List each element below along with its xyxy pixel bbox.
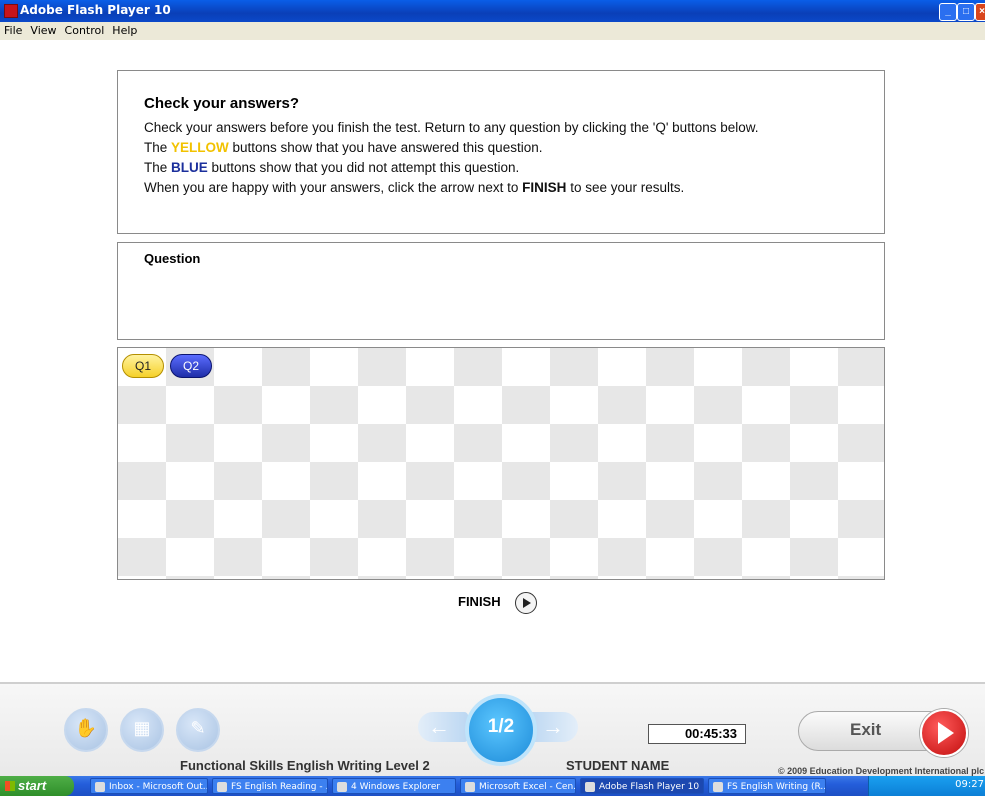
- menu-help[interactable]: Help: [108, 22, 141, 39]
- taskbar-item-outlook[interactable]: Inbox - Microsoft Out...: [90, 778, 208, 794]
- instructions-line-3: The BLUE buttons show that you did not a…: [144, 160, 520, 175]
- clock: 09:27: [955, 779, 984, 790]
- taskbar-item-fs-writing[interactable]: FS English Writing (R...: [708, 778, 826, 794]
- yellow-keyword: YELLOW: [171, 140, 229, 155]
- book-icon: ▦: [133, 718, 151, 738]
- timer: 00:45:33: [648, 724, 746, 744]
- pen-icon: ✎: [190, 718, 206, 738]
- finish-label: FINISH: [458, 594, 501, 609]
- menu-bar: File View Control Help: [0, 22, 985, 40]
- window-title: Adobe Flash Player 10: [20, 3, 171, 17]
- question-panel: Question: [117, 242, 885, 340]
- instructions-line-4: When you are happy with your answers, cl…: [144, 180, 685, 195]
- close-button[interactable]: ×: [975, 3, 985, 21]
- window-titlebar: Adobe Flash Player 10 _ □ ×: [0, 0, 985, 22]
- question-button-q2[interactable]: Q2: [170, 354, 212, 378]
- previous-page-button[interactable]: [418, 712, 468, 742]
- minimize-button[interactable]: _: [939, 3, 957, 21]
- exit-button[interactable]: Exit: [798, 709, 968, 757]
- copyright: © 2009 Education Development Internation…: [778, 766, 985, 776]
- taskbar-item-flash-player[interactable]: Adobe Flash Player 10: [580, 778, 704, 794]
- system-tray: 09:27: [868, 776, 985, 796]
- student-name: STUDENT NAME: [566, 758, 670, 773]
- windows-taskbar: start Inbox - Microsoft Out... FS Englis…: [0, 776, 985, 796]
- taskbar-item-fs-reading[interactable]: FS English Reading - ...: [212, 778, 328, 794]
- maximize-button[interactable]: □: [957, 3, 975, 21]
- exit-label: Exit: [850, 720, 882, 739]
- taskbar-item-windows-explorer[interactable]: 4 Windows Explorer: [332, 778, 456, 794]
- taskbar-item-excel[interactable]: Microsoft Excel - Cen...: [460, 778, 576, 794]
- start-button[interactable]: start: [0, 776, 74, 796]
- menu-view[interactable]: View: [26, 22, 60, 39]
- menu-control[interactable]: Control: [61, 22, 109, 39]
- hand-icon: ✋: [74, 718, 98, 738]
- menu-file[interactable]: File: [0, 22, 26, 39]
- instructions-heading: Check your answers?: [144, 95, 300, 112]
- bottom-control-bar: ✋ ▦ ✎ 1/2 Functional Skills English Writ…: [0, 682, 985, 778]
- question-button-q1[interactable]: Q1: [122, 354, 164, 378]
- question-label: Question: [144, 251, 201, 266]
- pen-tool-button[interactable]: ✎: [176, 708, 220, 752]
- question-grid: Q1 Q2: [117, 347, 885, 580]
- reference-tool-button[interactable]: ▦: [120, 708, 164, 752]
- instructions-panel: Check your answers? Check your answers b…: [117, 70, 885, 234]
- page-indicator: 1/2: [465, 694, 537, 766]
- instructions-line-1: Check your answers before you finish the…: [144, 120, 759, 135]
- exit-arrow-icon: [920, 709, 968, 757]
- blue-keyword: BLUE: [171, 160, 208, 175]
- course-title: Functional Skills English Writing Level …: [180, 758, 430, 773]
- finish-arrow-button[interactable]: [515, 592, 537, 614]
- hand-tool-button[interactable]: ✋: [64, 708, 108, 752]
- flash-player-icon: [4, 4, 18, 18]
- instructions-line-2: The YELLOW buttons show that you have an…: [144, 140, 543, 155]
- finish-keyword: FINISH: [522, 180, 567, 195]
